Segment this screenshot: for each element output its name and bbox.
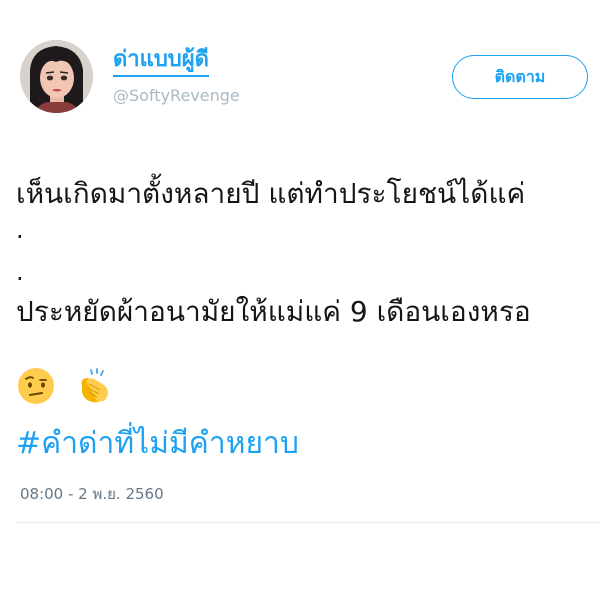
face-with-raised-eyebrow-icon <box>16 366 56 406</box>
author-display-name[interactable]: ด่าแบบผู้ดี <box>113 46 209 77</box>
tweet-card: ด่าแบบผู้ดี @SoftyRevenge ติดตาม เห็นเกิ… <box>0 0 600 600</box>
author-username[interactable]: @SoftyRevenge <box>113 86 240 106</box>
avatar-portrait-icon <box>20 40 93 113</box>
tweet-text-line: เห็นเกิดมาตั้งหลายปี แต่ทำประโยชน์ได้แค่ <box>16 177 526 210</box>
emoji-row <box>16 365 132 407</box>
tweet-timestamp[interactable]: 08:00 - 2 พ.ย. 2560 <box>20 484 164 504</box>
tweet-text-line: . <box>16 216 24 244</box>
tweet-text-line: ประหยัดผ้าอนามัยให้แม่แค่ 9 เดือนเองหรอ <box>16 295 531 328</box>
divider <box>16 522 600 523</box>
follow-button[interactable]: ติดตาม <box>452 55 588 99</box>
avatar[interactable] <box>20 40 93 113</box>
hashtag-link[interactable]: #คำด่าที่ไม่มีคำหยาบ <box>16 424 299 464</box>
tweet-text-line: . <box>16 258 24 286</box>
clapping-hands-icon <box>74 366 114 406</box>
